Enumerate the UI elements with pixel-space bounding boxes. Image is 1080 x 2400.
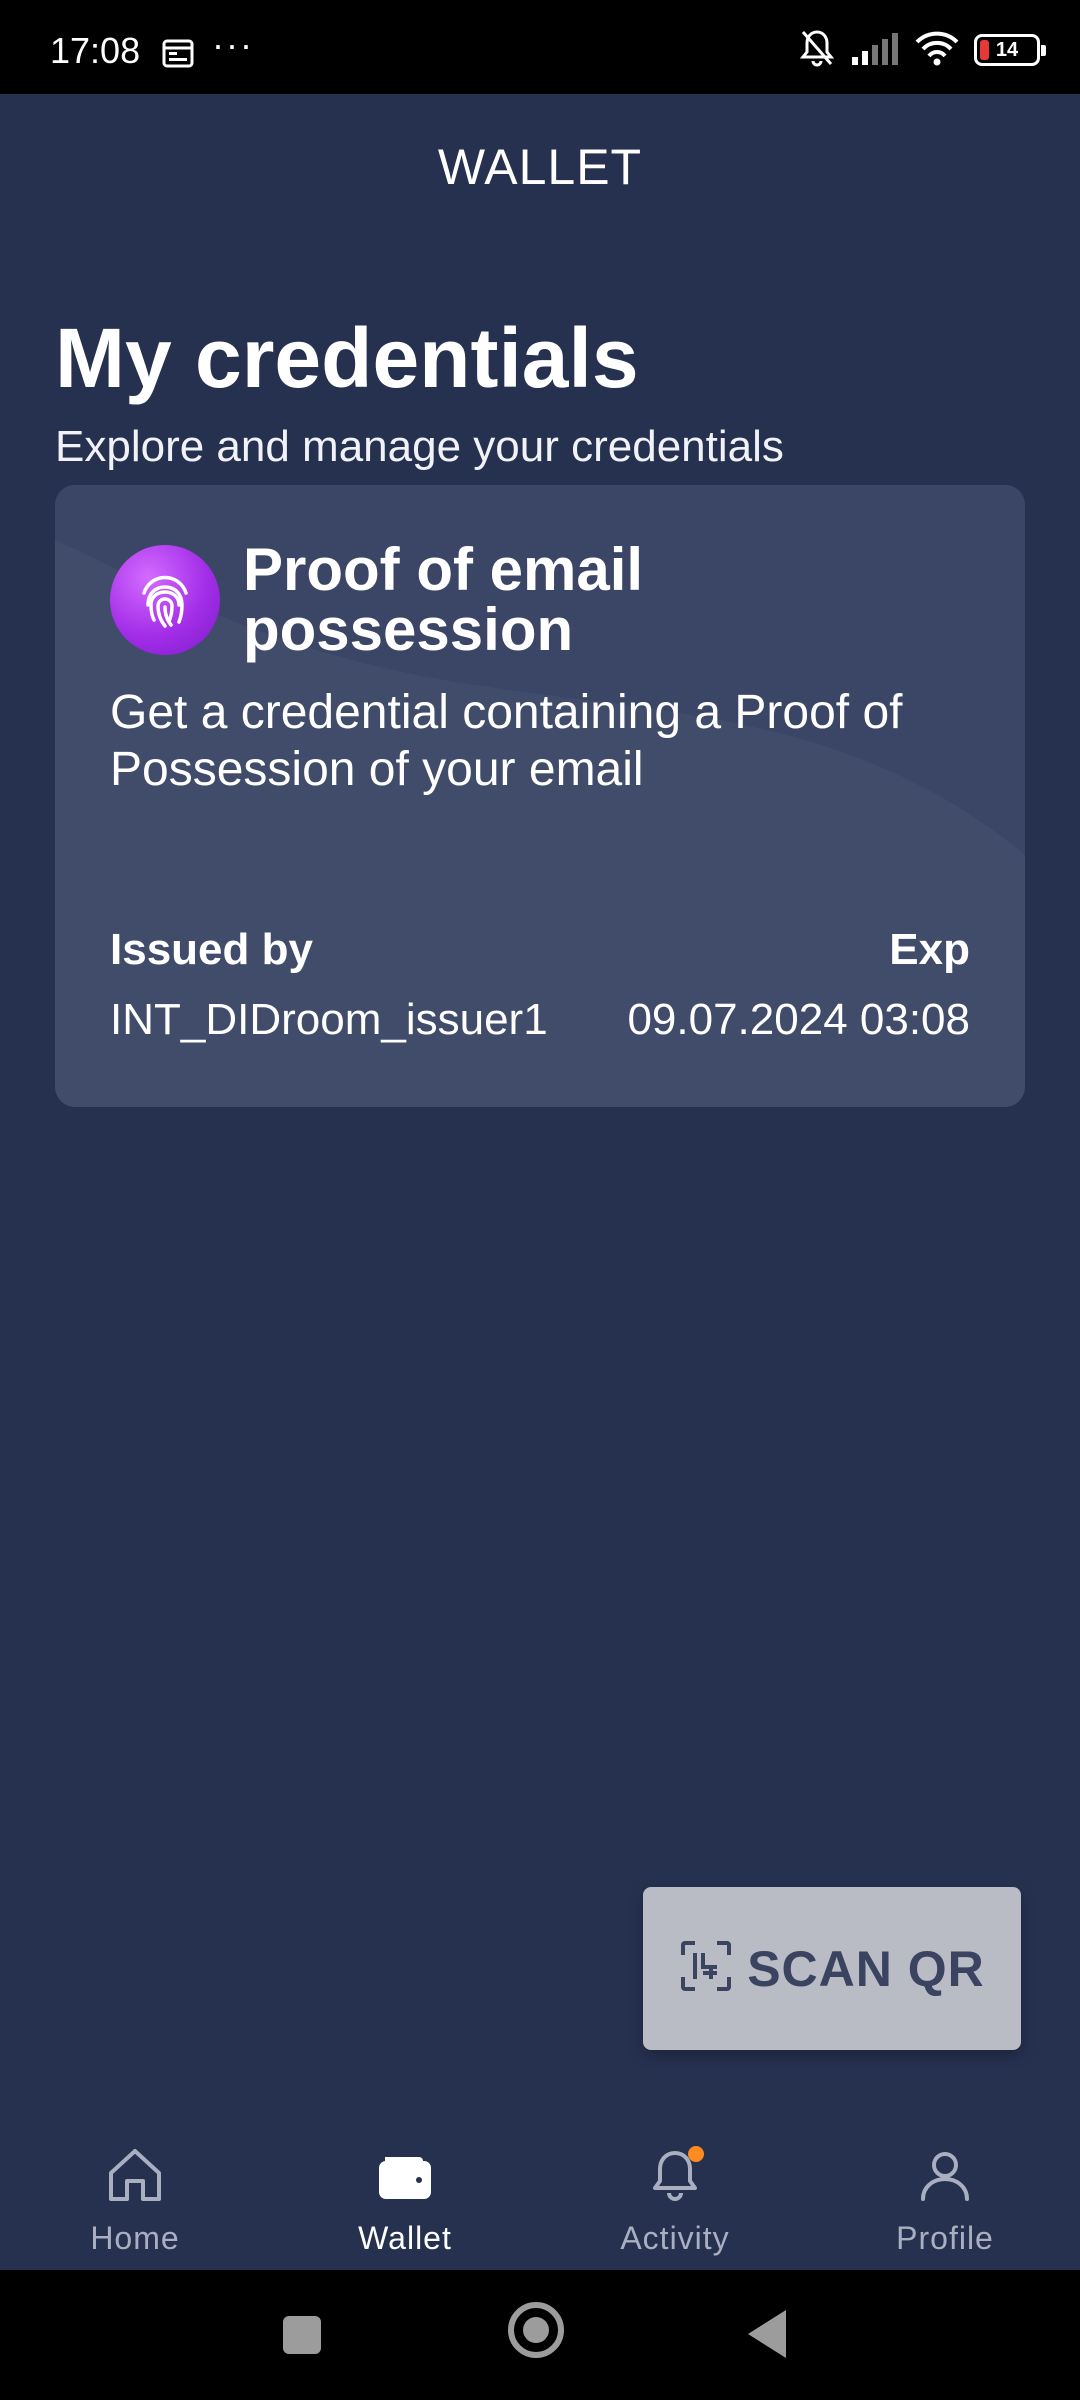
more-notifications-icon: ··· bbox=[212, 24, 254, 65]
expiry-label: Exp bbox=[889, 925, 970, 974]
person-icon bbox=[910, 2140, 980, 2210]
nav-profile[interactable]: Profile bbox=[810, 2100, 1080, 2270]
nav-activity[interactable]: Activity bbox=[540, 2100, 810, 2270]
signal-icon bbox=[850, 31, 900, 70]
nav-activity-label: Activity bbox=[620, 2220, 730, 2256]
page-title: My credentials bbox=[55, 311, 639, 405]
fingerprint-icon bbox=[110, 545, 220, 655]
home-icon bbox=[100, 2140, 170, 2210]
scan-qr-button[interactable]: SCAN QR bbox=[643, 1887, 1021, 2050]
scan-qr-label: SCAN QR bbox=[747, 1940, 985, 1997]
system-nav-bar bbox=[0, 2270, 1080, 2400]
issued-by-value: INT_DIDroom_issuer1 bbox=[110, 995, 548, 1044]
battery-icon: 14 bbox=[974, 34, 1046, 66]
credential-title: Proof of email possession bbox=[243, 536, 644, 663]
app-title: WALLET bbox=[437, 139, 643, 195]
credential-description: Get a credential containing a Proof of P… bbox=[110, 686, 903, 796]
calendar-icon bbox=[162, 38, 194, 68]
nav-home-label: Home bbox=[90, 2220, 180, 2256]
nav-profile-label: Profile bbox=[896, 2220, 994, 2256]
nav-wallet[interactable]: Wallet bbox=[270, 2100, 540, 2270]
notification-dot bbox=[688, 2146, 704, 2162]
page-subtitle: Explore and manage your credentials bbox=[55, 422, 784, 471]
bell-icon bbox=[640, 2140, 710, 2210]
nav-home[interactable]: Home bbox=[0, 2100, 270, 2270]
status-bar: 17:08 ··· 14 bbox=[0, 0, 1080, 94]
back-button[interactable] bbox=[748, 2310, 786, 2358]
home-system-button[interactable] bbox=[508, 2302, 564, 2358]
status-time: 17:08 bbox=[50, 30, 141, 71]
credential-card[interactable]: Proof of email possession Get a credenti… bbox=[55, 485, 1025, 1107]
status-icons: 14 bbox=[798, 28, 1046, 73]
issued-by-label: Issued by bbox=[110, 925, 313, 974]
expiry-value: 09.07.2024 03:08 bbox=[627, 995, 970, 1044]
wallet-icon bbox=[370, 2140, 440, 2210]
bottom-nav: Home Wallet Activity Profile bbox=[0, 2100, 1080, 2270]
bell-muted-icon bbox=[798, 28, 836, 73]
battery-level: 14 bbox=[995, 38, 1019, 61]
wifi-icon bbox=[914, 30, 960, 71]
recents-button[interactable] bbox=[283, 2316, 321, 2354]
nav-wallet-label: Wallet bbox=[358, 2220, 452, 2256]
scan-qr-icon bbox=[679, 1939, 733, 1998]
